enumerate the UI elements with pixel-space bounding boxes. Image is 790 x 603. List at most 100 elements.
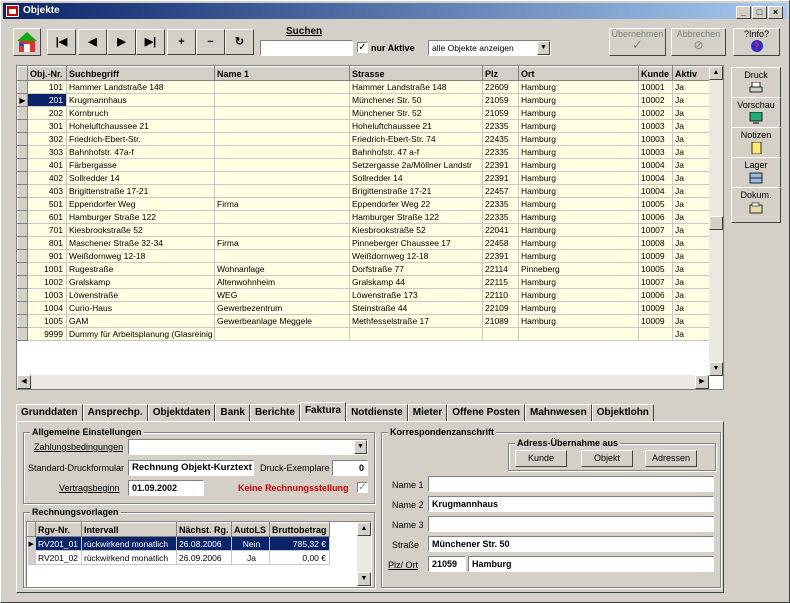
chevron-down-icon[interactable]: ▼ bbox=[354, 440, 367, 454]
delete-record-button[interactable]: − bbox=[196, 29, 225, 55]
next-record-button[interactable]: ▶ bbox=[107, 29, 136, 55]
print-form-field[interactable]: Rechnung Objekt-Kurztext bbox=[128, 460, 254, 476]
no-invoice-checkbox[interactable]: ✓ bbox=[357, 482, 368, 493]
row-indicator[interactable] bbox=[17, 80, 28, 94]
tab-mahnwesen[interactable]: Mahnwesen bbox=[525, 404, 592, 421]
row-indicator[interactable] bbox=[17, 119, 28, 133]
row-indicator[interactable] bbox=[17, 236, 28, 250]
refresh-button[interactable]: ↻ bbox=[225, 29, 254, 55]
contract-start-field[interactable]: 01.09.2002 bbox=[128, 480, 204, 496]
title-bar[interactable]: Objekte _ □ × bbox=[3, 3, 787, 19]
last-record-button[interactable]: ▶| bbox=[136, 29, 165, 55]
row-indicator[interactable] bbox=[17, 223, 28, 237]
invoice-header-naechst[interactable]: Nächst. Rg. bbox=[176, 522, 232, 537]
header-name1[interactable]: Name 1 bbox=[214, 66, 350, 81]
invoice-row[interactable]: ▶ RV201_01 rückwirkend monatlich 26.08.2… bbox=[27, 536, 330, 551]
home-icon[interactable] bbox=[13, 28, 41, 56]
info-button[interactable]: ?Info? ? bbox=[733, 28, 780, 56]
row-indicator[interactable] bbox=[17, 249, 28, 263]
header-aktiv[interactable]: Aktiv bbox=[672, 66, 710, 81]
tab-objektlohn[interactable]: Objektlohn bbox=[591, 404, 654, 421]
row-indicator[interactable] bbox=[17, 145, 28, 159]
tab-grunddaten[interactable]: Grunddaten bbox=[16, 404, 83, 421]
row-indicator[interactable] bbox=[17, 132, 28, 146]
addresses-button[interactable]: Adressen bbox=[645, 450, 697, 467]
row-indicator[interactable] bbox=[17, 158, 28, 172]
header-plz[interactable]: Plz bbox=[482, 66, 519, 81]
scroll-left-icon[interactable]: ◀ bbox=[17, 375, 31, 389]
city-field[interactable]: Hamburg bbox=[468, 556, 714, 572]
invoice-header-rgv[interactable]: Rgv-Nr. bbox=[35, 522, 82, 537]
tab-notdienste[interactable]: Notdienste bbox=[346, 404, 408, 421]
header-ort[interactable]: Ort bbox=[518, 66, 639, 81]
search-input[interactable] bbox=[260, 40, 353, 56]
tab-offene-posten[interactable]: Offene Posten bbox=[447, 404, 525, 421]
table-row[interactable]: 801 Maschener Straße 32-34 Firma Pinneberge… bbox=[17, 236, 710, 250]
first-record-button[interactable]: |◀ bbox=[47, 29, 76, 55]
prev-record-button[interactable]: ◀ bbox=[78, 29, 107, 55]
table-row[interactable]: 301 Hoheluftchaussee 21 Hoheluftchaussee 2… bbox=[17, 119, 710, 133]
name2-field[interactable]: Krugmannhaus bbox=[428, 496, 714, 512]
invoice-header-brutto[interactable]: Bruttobetrag bbox=[269, 522, 330, 537]
table-row[interactable]: 402 Sollredder 14 Sollredder 14 22391 Hambur… bbox=[17, 171, 710, 185]
add-record-button[interactable]: + bbox=[167, 29, 196, 55]
scroll-down-icon[interactable]: ▼ bbox=[357, 572, 371, 586]
row-indicator[interactable] bbox=[17, 262, 28, 276]
minimize-button[interactable]: _ bbox=[736, 6, 751, 19]
cancel-button[interactable]: Abbrechen ⊘ bbox=[671, 28, 726, 56]
maximize-button[interactable]: □ bbox=[752, 6, 767, 19]
invoice-header-autols[interactable]: AutoLS bbox=[231, 522, 270, 537]
table-row[interactable]: 1001 Rugestraße Wohnanlage Dorfstraße 77 221… bbox=[17, 262, 710, 276]
row-indicator[interactable] bbox=[17, 275, 28, 289]
row-indicator[interactable] bbox=[17, 301, 28, 315]
table-row[interactable]: 401 Färbergasse Setzergasse 2a/Möllner Lan… bbox=[17, 158, 710, 172]
table-row[interactable]: 501 Eppendorfer Weg Firma Eppendorfer Weg 2… bbox=[17, 197, 710, 211]
tab-bank[interactable]: Bank bbox=[215, 404, 250, 421]
name1-field[interactable] bbox=[428, 476, 714, 492]
row-indicator[interactable] bbox=[17, 288, 28, 302]
row-indicator[interactable] bbox=[17, 210, 28, 224]
scroll-thumb[interactable] bbox=[709, 216, 723, 230]
chevron-down-icon[interactable]: ▼ bbox=[537, 41, 550, 55]
tab-ansprechp[interactable]: Ansprechp. bbox=[82, 404, 148, 421]
scroll-up-icon[interactable]: ▲ bbox=[709, 66, 723, 80]
table-row[interactable]: ▶ 201 Krugmannhaus Münchener Str. 50 21059 Ha… bbox=[17, 93, 710, 107]
object-button[interactable]: Objekt bbox=[581, 450, 633, 467]
scroll-right-icon[interactable]: ▶ bbox=[695, 375, 709, 389]
zip-field[interactable]: 21059 bbox=[428, 556, 466, 572]
row-pointer-icon[interactable]: ▶ bbox=[17, 93, 28, 107]
row-indicator[interactable] bbox=[17, 106, 28, 120]
tab-berichte[interactable]: Berichte bbox=[249, 404, 300, 421]
header-suchbegriff[interactable]: Suchbegriff bbox=[66, 66, 215, 81]
row-indicator[interactable] bbox=[17, 171, 28, 185]
table-row[interactable]: 1002 Gralskamp Altenwohnheim Gralskamp 44 22… bbox=[17, 275, 710, 289]
street-field[interactable]: Münchener Str. 50 bbox=[428, 536, 714, 552]
tab-mieter[interactable]: Mieter bbox=[407, 404, 448, 421]
tab-objektdaten[interactable]: Objektdaten bbox=[147, 404, 216, 421]
apply-button[interactable]: Übernehmen ✓ bbox=[609, 28, 666, 56]
customer-button[interactable]: Kunde bbox=[515, 450, 567, 467]
name3-field[interactable] bbox=[428, 516, 714, 532]
header-kunde[interactable]: Kunde bbox=[638, 66, 673, 81]
tab-faktura[interactable]: Faktura bbox=[299, 402, 347, 422]
table-row[interactable]: 302 Friedrich-Ebert-Str. Friedrich-Ebert-S… bbox=[17, 132, 710, 146]
payment-terms-select[interactable]: ▼ bbox=[128, 439, 368, 455]
grid-horizontal-scrollbar[interactable]: ◀ ▶ bbox=[17, 375, 709, 389]
table-row[interactable]: 202 Kornbruch Münchener Str. 52 21059 Hambur… bbox=[17, 106, 710, 120]
invoice-templates-grid[interactable]: Rgv-Nr. Intervall Nächst. Rg. AutoLS Bru… bbox=[26, 521, 372, 587]
table-row[interactable]: 1003 Löwenstraße WEG Löwenstraße 173 22110 Ha… bbox=[17, 288, 710, 302]
table-row[interactable]: 403 Brigittenstraße 17-21 Brigittenstraße … bbox=[17, 184, 710, 198]
filter-select[interactable]: alle Objekte anzeigen ▼ bbox=[428, 40, 551, 56]
table-row[interactable]: 1005 GAM Gewerbeanlage Meggele Methfesselst… bbox=[17, 314, 710, 328]
table-row[interactable]: 101 Hammer Landstraße 148 Hammer Landstraß… bbox=[17, 80, 710, 94]
scroll-up-icon[interactable]: ▲ bbox=[357, 522, 371, 536]
table-row[interactable]: 9999 Dummy für Arbeitsplanung (Glasreinig… bbox=[17, 327, 710, 341]
table-row[interactable]: 303 Bahnhofstr. 47a-f Bahnhofstr. 47 a-f 22… bbox=[17, 145, 710, 159]
objects-grid[interactable]: Obj.-Nr. Suchbegriff Name 1 Strasse Plz … bbox=[16, 65, 724, 390]
table-row[interactable]: 701 Kiesbrookstraße 52 Kiesbrookstraße 52 2… bbox=[17, 223, 710, 237]
grid-vertical-scrollbar[interactable]: ▲ ▼ bbox=[709, 66, 723, 376]
scroll-down-icon[interactable]: ▼ bbox=[709, 362, 723, 376]
copies-field[interactable]: 0 bbox=[332, 460, 368, 476]
invoice-scrollbar[interactable]: ▲ ▼ bbox=[357, 522, 371, 586]
row-indicator[interactable] bbox=[17, 327, 28, 341]
